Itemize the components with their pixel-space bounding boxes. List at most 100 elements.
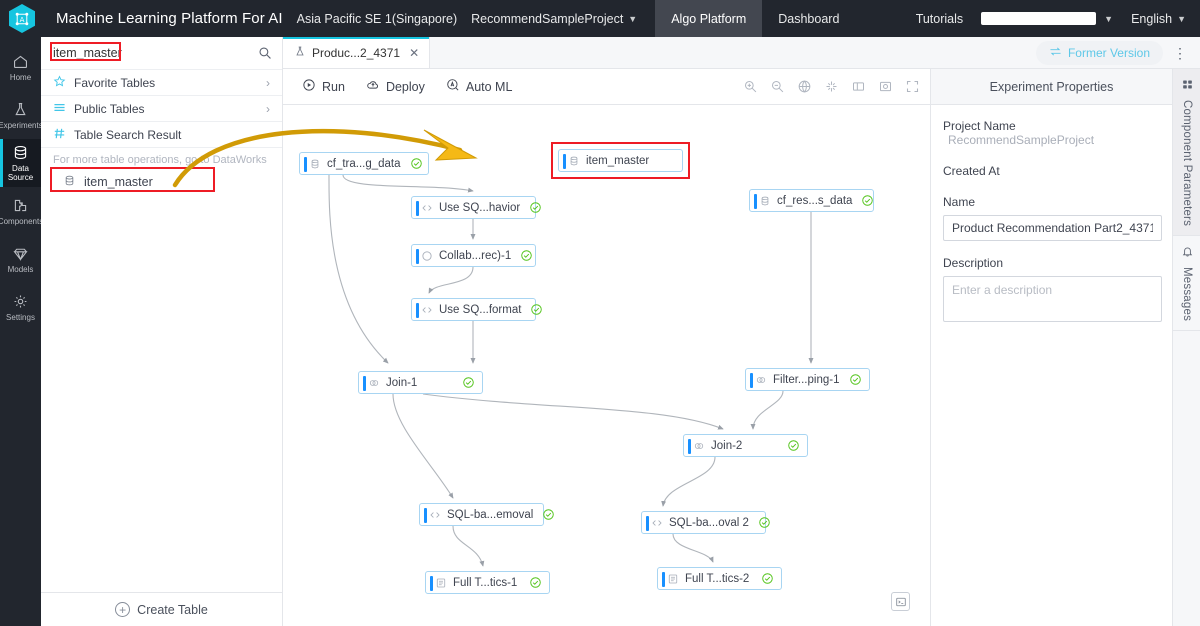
- status-check-icon: [529, 201, 542, 214]
- node-sql-based-removal[interactable]: SQL-ba...emoval: [419, 503, 555, 526]
- node-label: item_master: [586, 154, 650, 167]
- canvas-toolbar: Run Deploy Auto ML: [283, 69, 930, 105]
- node-join-2[interactable]: Join-2: [683, 434, 808, 457]
- experiment-tab[interactable]: Produc...2_4371 ✕: [283, 37, 431, 68]
- node-cf-training-data[interactable]: cf_tra...g_data: [299, 152, 429, 175]
- experiment-canvas[interactable]: cf_tra...g_data item_master Use SQ...hav…: [283, 105, 930, 626]
- account-menu[interactable]: ▼: [981, 12, 1113, 25]
- table-result-item-master[interactable]: item_master: [41, 170, 282, 194]
- node-label: Collab...rec)-1: [439, 249, 512, 262]
- run-label: Run: [322, 79, 345, 94]
- tab-strip-actions: Former Version ⋮: [1035, 37, 1200, 68]
- sidebar-item-settings[interactable]: Settings: [0, 283, 41, 331]
- database-icon: [759, 195, 771, 207]
- node-label: SQL-ba...emoval: [447, 508, 534, 521]
- description-textarea[interactable]: [943, 276, 1162, 322]
- node-label: Join-2: [711, 439, 743, 452]
- search-icon[interactable]: [258, 46, 272, 60]
- logo[interactable]: A: [0, 0, 44, 37]
- status-check-icon: [761, 572, 774, 585]
- chevron-down-icon: ▼: [1177, 13, 1186, 24]
- node-collaborative-filtering[interactable]: Collab...rec)-1: [411, 244, 536, 267]
- sidebar-item-data-source[interactable]: Data Source: [0, 139, 41, 187]
- status-check-icon: [410, 157, 423, 170]
- snapshot-icon[interactable]: [878, 79, 893, 94]
- sidebar-item-components[interactable]: Components: [0, 187, 43, 235]
- join-icon: [368, 377, 380, 389]
- former-version-button[interactable]: Former Version: [1035, 40, 1163, 65]
- node-cf-result-data[interactable]: cf_res...s_data: [749, 189, 874, 212]
- play-circle-icon: [302, 78, 316, 95]
- search-row: [41, 37, 282, 70]
- run-button[interactable]: Run: [293, 78, 357, 95]
- create-table-button[interactable]: + Create Table: [41, 592, 282, 626]
- app-root: A Machine Learning Platform For AI Asia …: [0, 0, 1200, 626]
- status-check-icon: [520, 249, 533, 262]
- sidebar-item-models[interactable]: Models: [0, 235, 41, 283]
- node-label: Filter...ping-1: [773, 373, 840, 386]
- project-name-label: Project Name: [943, 119, 1016, 133]
- auto-ml-button[interactable]: Auto ML: [437, 78, 525, 95]
- terminal-button[interactable]: [891, 592, 910, 611]
- sidebar-item-label: Experiments: [0, 120, 43, 130]
- zoom-in-icon[interactable]: [743, 79, 758, 94]
- node-use-sql-format[interactable]: Use SQ...format: [411, 298, 543, 321]
- node-label: Use SQ...format: [439, 303, 522, 316]
- layout-icon[interactable]: [851, 79, 866, 94]
- search-input[interactable]: [53, 46, 258, 60]
- tab-component-parameters[interactable]: Component Parameters: [1173, 69, 1200, 237]
- database-icon: [568, 155, 580, 167]
- globe-icon[interactable]: [797, 79, 812, 94]
- status-check-icon: [758, 516, 771, 529]
- node-label: Full T...tics-1: [453, 576, 518, 589]
- sidebar-item-experiments[interactable]: Experiments: [0, 91, 43, 139]
- zoom-out-icon[interactable]: [770, 79, 785, 94]
- description-label: Description: [943, 256, 1004, 270]
- code-icon: [651, 517, 663, 529]
- tab-label: Messages: [1181, 267, 1193, 322]
- deploy-button[interactable]: Deploy: [357, 78, 437, 95]
- status-check-icon: [529, 576, 542, 589]
- more-vertical-icon[interactable]: ⋮: [1169, 46, 1191, 60]
- sidebar-item-label: Models: [7, 264, 34, 274]
- list-icon: [53, 101, 66, 117]
- node-use-sql-behavior[interactable]: Use SQ...havior: [411, 196, 541, 219]
- node-sql-based-removal-2[interactable]: SQL-ba...oval 2: [641, 511, 770, 534]
- tutorials-link[interactable]: Tutorials: [916, 12, 963, 26]
- project-name-row: Project Name RecommendSampleProject: [943, 119, 1160, 147]
- top-bar: A Machine Learning Platform For AI Asia …: [0, 0, 1200, 37]
- language-selector[interactable]: English ▼: [1131, 12, 1186, 26]
- node-item-master[interactable]: item_master: [558, 149, 683, 172]
- language-label: English: [1131, 11, 1173, 26]
- panel-title: Experiment Properties: [931, 69, 1172, 105]
- table-search-result-label: Table Search Result: [74, 127, 182, 142]
- join-icon: [755, 374, 767, 386]
- nav-tab-algo-platform[interactable]: Algo Platform: [655, 0, 763, 37]
- center-icon[interactable]: [824, 79, 839, 94]
- node-full-table-statistics-1[interactable]: Full T...tics-1: [425, 571, 550, 594]
- fullscreen-icon[interactable]: [905, 79, 920, 94]
- close-icon[interactable]: ✕: [409, 46, 419, 60]
- project-selector[interactable]: RecommendSampleProject ▼: [471, 12, 637, 26]
- public-tables-row[interactable]: Public Tables ›: [41, 96, 282, 122]
- nav-tab-dashboard[interactable]: Dashboard: [762, 0, 855, 37]
- account-name-masked: [981, 12, 1097, 25]
- auto-ml-label: Auto ML: [465, 79, 513, 94]
- top-bar-right: Tutorials ▼ English ▼: [916, 0, 1200, 37]
- tab-messages[interactable]: Messages: [1173, 236, 1200, 332]
- table-search-result-row[interactable]: Table Search Result: [41, 122, 282, 148]
- node-full-table-statistics-2[interactable]: Full T...tics-2: [657, 567, 782, 590]
- favorite-tables-label: Favorite Tables: [74, 75, 156, 90]
- created-at-row: Created At: [943, 164, 1160, 178]
- experiment-name-input[interactable]: [943, 215, 1162, 241]
- status-check-icon: [542, 508, 555, 521]
- sidebar-item-home[interactable]: Home: [0, 43, 41, 91]
- former-version-label: Former Version: [1067, 45, 1150, 60]
- create-table-label: Create Table: [137, 602, 208, 617]
- automl-icon: [446, 78, 460, 95]
- node-filter-mapping-1[interactable]: Filter...ping-1: [745, 368, 870, 391]
- project-name-value: RecommendSampleProject: [948, 133, 1095, 147]
- node-join-1[interactable]: Join-1: [358, 371, 483, 394]
- favorite-tables-row[interactable]: Favorite Tables ›: [41, 70, 282, 96]
- code-icon: [421, 202, 433, 214]
